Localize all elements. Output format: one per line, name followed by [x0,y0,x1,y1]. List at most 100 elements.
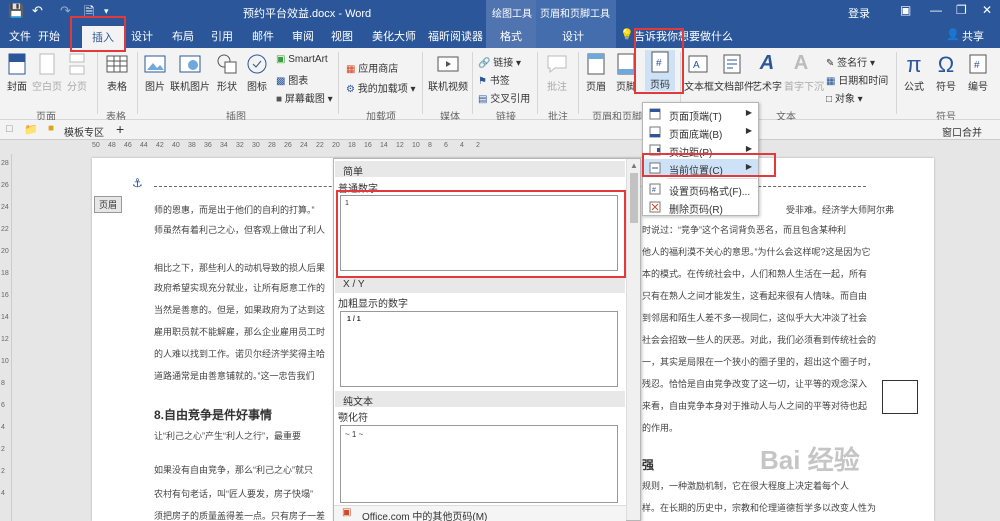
gallery-item-tilde[interactable]: ~ 1 ~ [340,425,618,503]
undo-icon[interactable]: ↶ [32,3,43,19]
file-icon[interactable]: □ [6,123,13,135]
numbering-button[interactable]: # 编号 [964,52,992,93]
save-icon[interactable]: 💾 [8,3,24,19]
login-link[interactable]: 登录 [848,5,870,21]
smartart-button[interactable]: ▣ SmartArt [276,54,328,65]
ruler-number: 12 [1,336,9,343]
menu-item-page-margins[interactable]: 页边距(P) ▶ [643,141,758,159]
dropcap-button[interactable]: A 首字下沉 [784,52,824,93]
scroll-up-icon[interactable]: ▲ [630,161,638,170]
signature-line-button[interactable]: ✎ 签名行 ▾ [826,54,875,69]
text-line: 如果没有自由竞争，那么“利己之心”就只 [154,465,313,475]
more-page-numbers-link[interactable]: ▣ Office.com 中的其他页码(M) [334,505,626,521]
online-video-button[interactable]: 联机视频 [428,52,468,93]
page-number-button[interactable]: # 页码 [645,50,675,91]
my-addins-icon: ⚙ [346,84,355,95]
close-icon[interactable]: ✕ [982,3,992,17]
table-icon [106,55,128,73]
comment-button[interactable]: 批注 [543,52,571,93]
link-button[interactable]: 🔗 链接 ▾ [478,54,521,69]
blank-page-button[interactable]: 空白页 [32,52,62,93]
gallery-item-label: 普通数字 [338,184,378,195]
tab-design[interactable]: 设计 [131,28,153,44]
link-label: 链接 [493,58,514,69]
icons-button[interactable]: 图标 [244,52,270,93]
template-tab[interactable]: 模板专区 [64,124,104,139]
tab-review[interactable]: 审阅 [292,28,314,44]
gallery-item-plain-number[interactable]: 1 [340,195,618,271]
redo-icon[interactable]: ↷ [60,3,71,19]
header-icon [587,53,605,75]
tab-file[interactable]: 文件 [9,28,31,44]
ribbon-tabs: 文件 开始 插入 设计 布局 引用 邮件 审阅 视图 美化大师 福昕阅读器 格式… [0,22,1000,48]
gallery-item-bold-number[interactable]: 1 / 1 [340,311,618,387]
gallery-item-label: 加粗显示的数字 [338,299,408,310]
bookmark-button[interactable]: ⚑ 书签 [478,72,510,87]
add-tab-button[interactable]: + [116,121,124,137]
store-button[interactable]: ▦ 应用商店 [346,60,398,75]
menu-item-current-position[interactable]: 当前位置(C) ▶ [643,159,758,177]
ribbon-display-icon[interactable]: ▣ [900,3,911,17]
store-icon: ▦ [346,64,356,75]
text-line: 师的恩惠，而是出于他们的自利的打算。” [154,205,315,215]
minimize-icon[interactable]: — [930,3,942,17]
remove-page-numbers-icon [649,201,661,213]
ruler-number: 50 [92,142,100,149]
my-addins-button[interactable]: ⚙ 我的加载项 ▾ [346,80,416,95]
crossref-button[interactable]: ▤ 交叉引用 [478,90,530,105]
online-picture-button[interactable]: 联机图片 [170,52,210,93]
share-button[interactable]: 共享 [962,28,984,44]
ruler-number: 2 [1,446,5,453]
menu-item-remove-page-numbers[interactable]: 删除页码(R) [643,198,758,216]
menu-item-format-page-numbers[interactable]: # 设置页码格式(F)... [643,180,758,198]
picture-button[interactable]: 图片 [142,52,168,93]
dropcap-label: 首字下沉 [784,82,824,93]
date-time-button[interactable]: ▦ 日期和时间 [826,72,888,87]
table-button[interactable]: 表格 [104,52,130,93]
header-button[interactable]: 页眉 [583,52,609,93]
tab-mailings[interactable]: 邮件 [252,28,274,44]
page-break-button[interactable]: 分页 [64,52,90,93]
icons-label: 图标 [247,82,267,93]
tab-insert[interactable]: 插入 [82,26,124,48]
tab-references[interactable]: 引用 [211,28,233,44]
footer-button[interactable]: 页脚 [613,52,639,93]
text-box-shape[interactable] [882,380,918,414]
menu-item-top-of-page[interactable]: 页面顶端(T) ▶ [643,105,758,123]
tab-format[interactable]: 格式 [500,28,522,44]
object-button[interactable]: □ 对象 ▾ [826,90,863,105]
text-line: 一，其实是局限在一个狭小的圈子里的，超出这个圈子时， [642,357,877,367]
ruler-number: 4 [1,490,5,497]
menu-item-bottom-of-page[interactable]: 页面底端(B) ▶ [643,123,758,141]
folder-icon[interactable]: 📁 [24,123,38,136]
merge-window-button[interactable]: 窗口合并 [942,124,982,139]
gallery-scrollbar[interactable]: ▲ [626,159,640,520]
tab-hf-design[interactable]: 设计 [562,28,584,44]
blank-page-icon [39,53,55,75]
tab-layout[interactable]: 布局 [172,28,194,44]
wordart-button[interactable]: A 艺术字 [752,52,782,93]
cover-page-button[interactable]: 封面 [4,52,30,93]
tab-beautify[interactable]: 美化大师 [372,28,416,44]
equation-button[interactable]: π 公式 [900,52,928,93]
tab-home[interactable]: 开始 [38,28,60,44]
ruler-number: 28 [1,160,9,167]
anchor-icon: ⚓ [132,176,143,190]
screenshot-button[interactable]: ■ 屏幕截图 ▾ [276,90,333,105]
tab-foxit[interactable]: 福昕阅读器 [428,28,483,44]
ctx-draw-label: 绘图工具 [492,9,532,20]
crossref-label: 交叉引用 [490,94,531,105]
scroll-thumb[interactable] [630,173,638,223]
shapes-button[interactable]: 形状 [214,52,240,93]
crossref-icon: ▤ [478,94,488,105]
textbox-button[interactable]: A 文本框 [684,52,714,93]
symbol-button[interactable]: Ω 符号 [932,52,960,93]
quick-parts-button[interactable]: 文档部件 [714,52,754,93]
tab-view[interactable]: 视图 [331,28,353,44]
chart-button[interactable]: ▩ 图表 [276,72,308,87]
maximize-icon[interactable]: ❐ [956,3,967,17]
ruler-number: 24 [300,142,308,149]
tell-me-input[interactable]: 告诉我你想要做什么 [634,28,733,44]
customize-qat-icon[interactable]: ▾ [104,6,109,17]
top-of-page-icon [649,108,661,120]
